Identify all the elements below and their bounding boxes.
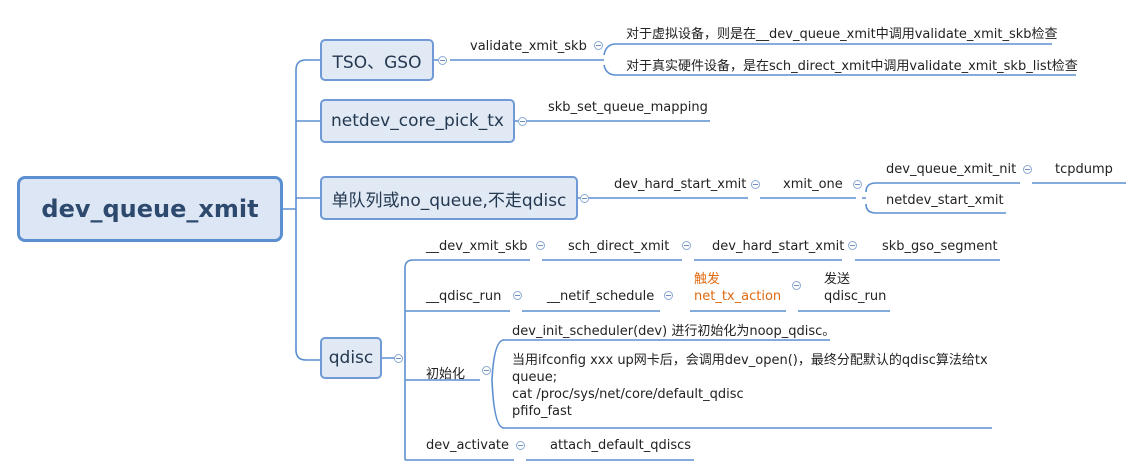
branch-pick-tx-label: netdev_core_pick_tx — [331, 111, 504, 131]
collapse-icon[interactable] — [594, 41, 603, 50]
tcpdump-node[interactable]: tcpdump — [1055, 162, 1113, 177]
init-node[interactable]: 初始化 — [426, 363, 465, 382]
collapse-icon[interactable] — [682, 241, 691, 250]
tso-note-virtual: 对于虚拟设备，则是在__dev_queue_xmit中调用validate_xm… — [626, 27, 1058, 42]
trigger-net-tx-action-node[interactable]: 触发 net_tx_action — [694, 271, 781, 305]
branch-qdisc[interactable]: qdisc — [320, 337, 382, 379]
dev-activate-node[interactable]: dev_activate — [426, 438, 509, 453]
sch-direct-xmit-node[interactable]: sch_direct_xmit — [568, 239, 669, 254]
skb-set-queue-mapping-node[interactable]: skb_set_queue_mapping — [548, 100, 708, 115]
collapse-icon[interactable] — [664, 291, 673, 300]
init-note-line: pfifo_fast — [512, 404, 572, 419]
trigger-label: 触发 — [694, 272, 721, 287]
validate-xmit-skb-node[interactable]: validate_xmit_skb — [470, 39, 587, 54]
dev-xmit-skb-node[interactable]: __dev_xmit_skb — [426, 239, 528, 254]
branch-tso-gso[interactable]: TSO、GSO — [320, 39, 434, 81]
root-node[interactable]: dev_queue_xmit — [17, 176, 283, 242]
collapse-icon[interactable] — [438, 56, 447, 65]
qdisc-dev-hard-start-xmit-node[interactable]: dev_hard_start_xmit — [712, 239, 844, 254]
collapse-icon[interactable] — [580, 194, 589, 203]
netif-schedule-node[interactable]: __netif_schedule — [547, 289, 654, 304]
collapse-icon[interactable] — [394, 354, 403, 363]
collapse-icon[interactable] — [513, 291, 522, 300]
collapse-icon[interactable] — [848, 241, 857, 250]
collapse-icon[interactable] — [516, 441, 525, 450]
init-note-line: 当用ifconfig xxx up网卡后，会调用dev_open()，最终分配默… — [512, 353, 988, 368]
init-note-noop: dev_init_scheduler(dev) 进行初始化为noop_qdisc… — [512, 324, 836, 339]
init-note-line: cat /proc/sys/net/core/default_qdisc — [512, 387, 744, 402]
attach-default-qdiscs-node[interactable]: attach_default_qdiscs — [550, 438, 691, 453]
init-note-line: queue; — [512, 370, 558, 385]
netdev-start-xmit-node[interactable]: netdev_start_xmit — [886, 193, 1004, 208]
xmit-one-node[interactable]: xmit_one — [783, 177, 843, 192]
collapse-icon[interactable] — [792, 281, 801, 290]
branch-qdisc-label: qdisc — [328, 348, 374, 368]
collapse-icon[interactable] — [518, 117, 527, 126]
qdisc-run-node[interactable]: __qdisc_run — [426, 289, 501, 304]
branch-no-queue-label: 单队列或no_queue,不走qdisc — [331, 190, 567, 211]
collapse-icon[interactable] — [482, 366, 491, 375]
dev-queue-xmit-nit-node[interactable]: dev_queue_xmit_nit — [886, 162, 1016, 177]
mind-map-canvas: dev_queue_xmit TSO、GSO validate_xmit_skb… — [0, 0, 1142, 476]
collapse-icon[interactable] — [751, 180, 760, 189]
skb-gso-segment-node[interactable]: skb_gso_segment — [882, 239, 998, 254]
init-note-default-qdisc: 当用ifconfig xxx up网卡后，会调用dev_open()，最终分配默… — [512, 352, 988, 420]
root-label: dev_queue_xmit — [41, 195, 259, 223]
qdisc-run-label: qdisc_run — [824, 289, 887, 304]
branch-no-queue[interactable]: 单队列或no_queue,不走qdisc — [320, 176, 578, 220]
collapse-icon[interactable] — [1023, 165, 1032, 174]
collapse-icon[interactable] — [853, 180, 862, 189]
branch-tso-gso-label: TSO、GSO — [332, 52, 422, 73]
tso-note-hardware: 对于真实硬件设备，是在sch_direct_xmit中调用validate_xm… — [626, 59, 1078, 74]
net-tx-action-label: net_tx_action — [694, 289, 782, 304]
collapse-icon[interactable] — [536, 241, 545, 250]
send-qdisc-run-node[interactable]: 发送 qdisc_run — [824, 271, 886, 305]
no-queue-dev-hard-start-xmit[interactable]: dev_hard_start_xmit — [614, 177, 746, 192]
branch-pick-tx[interactable]: netdev_core_pick_tx — [320, 99, 515, 143]
send-label: 发送 — [824, 272, 851, 287]
